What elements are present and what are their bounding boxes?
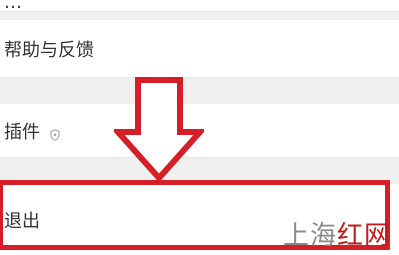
shield-icon: [50, 125, 60, 141]
menu-item-plugins-label: 插件: [4, 121, 40, 143]
menu-item-logout-label: 退出: [4, 210, 40, 232]
watermark-text-1: 上海: [282, 221, 337, 251]
menu-item-plugins[interactable]: 插件: [0, 104, 399, 158]
menu-item-help-feedback[interactable]: 帮助与反馈: [0, 20, 399, 78]
watermark-logo: 上海 红网: [283, 223, 391, 249]
menu-item-partial[interactable]: …: [0, 0, 399, 13]
watermark-text-2: 红网: [336, 221, 391, 251]
menu-item-help-feedback-label: 帮助与反馈: [4, 39, 94, 61]
menu-item-partial-label: …: [4, 0, 22, 13]
